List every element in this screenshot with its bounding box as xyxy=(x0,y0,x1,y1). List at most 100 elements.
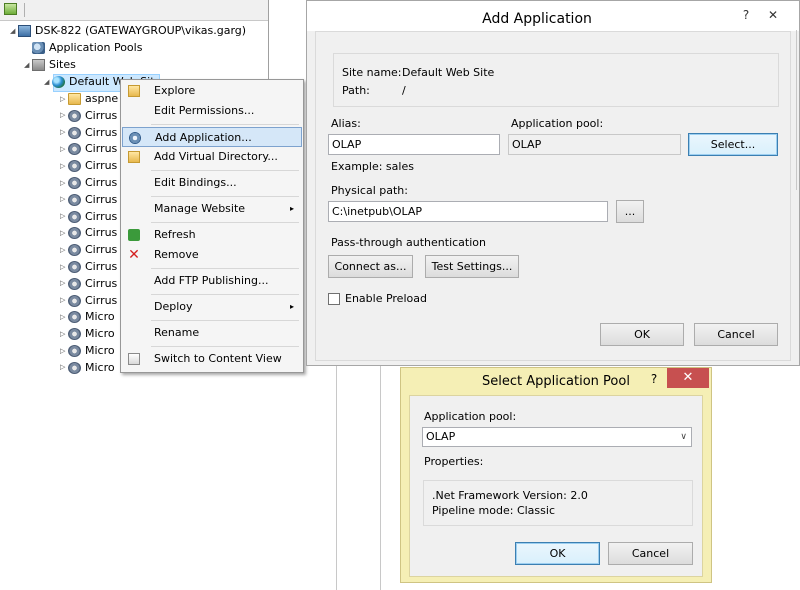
tree-node-child[interactable]: ▷ Cirrus xyxy=(60,140,117,157)
menu-item-add-application[interactable]: Add Application... xyxy=(122,127,302,147)
application-icon xyxy=(68,126,81,139)
tree-node-child[interactable]: ▷ Cirrus xyxy=(60,292,117,309)
tree-node-child[interactable]: ▷ aspne xyxy=(60,90,118,107)
expand-triangle-icon[interactable]: ▷ xyxy=(60,141,68,158)
menu-item-refresh[interactable]: Refresh xyxy=(122,225,302,245)
tree-node-label: Cirrus xyxy=(85,209,118,223)
tree-toolbar xyxy=(0,0,268,21)
expand-triangle-icon[interactable]: ▷ xyxy=(60,359,68,376)
menu-item-rename[interactable]: Rename xyxy=(122,323,302,343)
menu-item-manage-website[interactable]: Manage Website ▸ xyxy=(122,199,302,219)
menu-item-deploy[interactable]: Deploy ▸ xyxy=(122,297,302,317)
tree-node-server[interactable]: ◢ DSK-822 (GATEWAYGROUP\vikas.garg) xyxy=(10,22,246,39)
pipeline-mode: Pipeline mode: Classic xyxy=(432,504,555,517)
tree-node-child[interactable]: ▷ Cirrus xyxy=(60,107,117,124)
tree-node-child[interactable]: ▷ Cirrus xyxy=(60,241,117,258)
pass-through-label: Pass-through authentication xyxy=(331,236,486,249)
tree-node-child[interactable]: ▷ Micro xyxy=(60,308,115,325)
tree-node-child[interactable]: ▷ Cirrus xyxy=(60,224,117,241)
menu-separator xyxy=(151,222,299,223)
tree-node-child[interactable]: ▷ Cirrus xyxy=(60,258,117,275)
tree-node-child[interactable]: ▷ Micro xyxy=(60,359,115,376)
tree-node-child[interactable]: ▷ Cirrus xyxy=(60,191,117,208)
collapse-triangle-icon[interactable]: ◢ xyxy=(24,57,32,74)
browse-button[interactable]: ... xyxy=(616,200,644,223)
physical-path-input[interactable]: C:\inetpub\OLAP xyxy=(328,201,608,222)
path-label: Path: xyxy=(342,84,370,97)
server-icon xyxy=(18,25,31,37)
menu-item-add-ftp-publishing[interactable]: Add FTP Publishing... xyxy=(122,271,302,291)
menu-item-remove[interactable]: ✕ Remove xyxy=(122,245,302,265)
menu-item-label: Add Application... xyxy=(155,131,252,144)
tree-node-application-pools[interactable]: Application Pools xyxy=(32,39,142,56)
expand-triangle-icon[interactable]: ▷ xyxy=(60,292,68,309)
application-pool-label: Application pool: xyxy=(511,117,604,130)
expand-triangle-icon[interactable]: ▷ xyxy=(60,309,68,326)
tree-node-child[interactable]: ▷ Micro xyxy=(60,342,115,359)
application-icon xyxy=(68,160,81,173)
application-icon xyxy=(68,244,81,257)
menu-item-label: Explore xyxy=(154,84,196,97)
dialog-body: Application pool: OLAP ∨ Properties: .Ne… xyxy=(409,395,703,577)
expand-triangle-icon[interactable]: ▷ xyxy=(60,242,68,259)
collapse-triangle-icon[interactable]: ◢ xyxy=(10,23,18,40)
application-pool-dropdown[interactable]: OLAP ∨ xyxy=(422,427,692,447)
tree-node-child[interactable]: ▷ Cirrus xyxy=(60,124,117,141)
ok-button[interactable]: OK xyxy=(600,323,684,346)
connect-as-button[interactable]: Connect as... xyxy=(328,255,413,278)
close-icon[interactable]: ✕ xyxy=(764,6,782,24)
tree-node-child[interactable]: ▷ Cirrus xyxy=(60,208,117,225)
application-icon xyxy=(68,277,81,290)
expand-triangle-icon[interactable]: ▷ xyxy=(60,343,68,360)
application-icon xyxy=(68,294,81,307)
tree-node-label: Micro xyxy=(85,310,115,324)
tree-node-label: Cirrus xyxy=(85,192,118,206)
help-icon[interactable]: ? xyxy=(737,6,755,24)
menu-item-add-virtual-directory[interactable]: Add Virtual Directory... xyxy=(122,147,302,167)
tree-node-child[interactable]: ▷ Cirrus xyxy=(60,157,117,174)
menu-item-label: Refresh xyxy=(154,228,196,241)
expand-triangle-icon[interactable]: ▷ xyxy=(60,225,68,242)
menu-item-edit-bindings[interactable]: Edit Bindings... xyxy=(122,173,302,193)
menu-item-explore[interactable]: Explore xyxy=(122,81,302,101)
collapse-triangle-icon[interactable]: ◢ xyxy=(44,74,52,91)
expand-triangle-icon[interactable]: ▷ xyxy=(60,208,68,225)
toolbar-separator xyxy=(24,3,25,17)
expand-triangle-icon[interactable]: ▷ xyxy=(60,91,68,108)
tree-node-sites[interactable]: ◢ Sites xyxy=(24,56,76,73)
application-icon xyxy=(68,210,81,223)
menu-item-label: Add Virtual Directory... xyxy=(154,150,278,163)
menu-item-switch-to-content-view[interactable]: Switch to Content View xyxy=(122,349,302,369)
expand-triangle-icon[interactable]: ▷ xyxy=(60,259,68,276)
application-icon xyxy=(68,143,81,156)
tree-node-label: Cirrus xyxy=(85,276,118,290)
tree-node-child[interactable]: ▷ Micro xyxy=(60,325,115,342)
application-pool-label: Application pool: xyxy=(424,410,517,423)
context-menu: Explore Edit Permissions... Add Applicatio… xyxy=(120,79,304,373)
application-pools-icon xyxy=(32,42,45,54)
expand-triangle-icon[interactable]: ▷ xyxy=(60,124,68,141)
expand-triangle-icon[interactable]: ▷ xyxy=(60,175,68,192)
expand-triangle-icon[interactable]: ▷ xyxy=(60,275,68,292)
menu-item-edit-permissions[interactable]: Edit Permissions... xyxy=(122,101,302,121)
close-icon[interactable]: ✕ xyxy=(667,368,709,388)
enable-preload-checkbox[interactable] xyxy=(328,293,340,305)
expand-triangle-icon[interactable]: ▷ xyxy=(60,158,68,175)
tree-node-label: Cirrus xyxy=(85,125,118,139)
expand-triangle-icon[interactable]: ▷ xyxy=(60,191,68,208)
sites-icon xyxy=(32,59,45,71)
menu-item-label: Remove xyxy=(154,248,199,261)
cancel-button[interactable]: Cancel xyxy=(694,323,778,346)
expand-triangle-icon[interactable]: ▷ xyxy=(60,107,68,124)
help-icon[interactable]: ? xyxy=(643,370,665,388)
connect-icon[interactable] xyxy=(4,3,17,15)
ok-button[interactable]: OK xyxy=(515,542,600,565)
tree-node-child[interactable]: ▷ Cirrus xyxy=(60,174,117,191)
alias-input[interactable]: OLAP xyxy=(328,134,500,155)
select-pool-button[interactable]: Select... xyxy=(688,133,778,156)
test-settings-button[interactable]: Test Settings... xyxy=(425,255,519,278)
background-divider xyxy=(380,360,381,590)
cancel-button[interactable]: Cancel xyxy=(608,542,693,565)
tree-node-child[interactable]: ▷ Cirrus xyxy=(60,275,117,292)
expand-triangle-icon[interactable]: ▷ xyxy=(60,326,68,343)
